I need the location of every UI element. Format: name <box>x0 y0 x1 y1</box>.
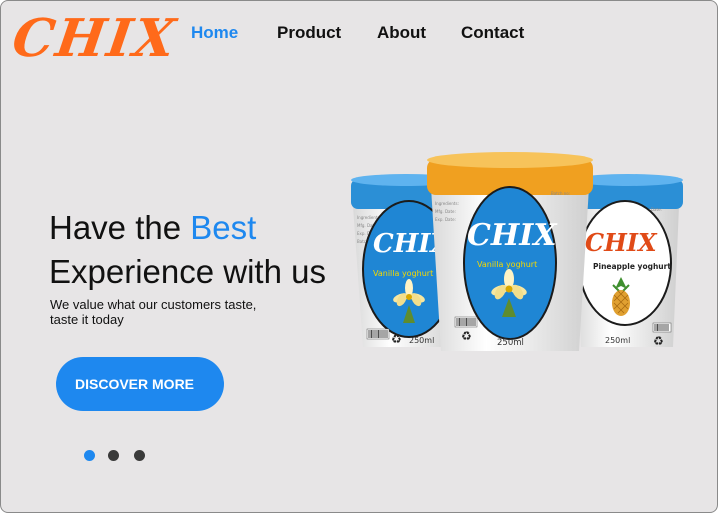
headline-line2: Experience with us <box>49 253 326 290</box>
svg-text:Exp. Date:: Exp. Date: <box>435 217 456 222</box>
headline-part1: Have the <box>49 209 182 246</box>
main-nav: Home Product About Contact <box>1 23 717 45</box>
cup-flavor-center: Vanilla yoghurt <box>477 260 537 269</box>
cup-volume-right: 250ml <box>605 336 630 345</box>
barcode-icon <box>652 322 672 333</box>
carousel-dot-1[interactable] <box>84 450 95 461</box>
cup-brand-center: CHIX <box>467 218 558 253</box>
carousel-dot-2[interactable] <box>108 450 119 461</box>
cup-flavor-left: Vanilla yoghurt <box>373 269 433 278</box>
recycle-icon: ♻ <box>461 329 472 343</box>
cup-flavor-right: Pineapple yoghurt <box>593 262 671 271</box>
hero-subtext: We value what our customers taste, taste… <box>50 297 257 327</box>
barcode-icon <box>454 316 478 328</box>
nav-item-home[interactable]: Home <box>191 23 238 43</box>
app-frame: CHIX Home Product About Contact Have the… <box>0 0 718 513</box>
svg-text:Mfg. Date:: Mfg. Date: <box>435 209 456 214</box>
svg-text:Batch no:: Batch no: <box>551 191 570 196</box>
discover-more-button[interactable]: DISCOVER MORE <box>56 357 224 411</box>
cup-volume-left: 250ml <box>409 336 434 345</box>
cup-volume-center: 250ml <box>497 338 524 348</box>
product-image-yoghurt-cups: Ingredients: Mfg. Date: Exp. Date:Batch: … <box>351 152 683 351</box>
hero-headline: Have the Best Experience with us <box>49 206 326 294</box>
recycle-icon: ♻ <box>653 334 664 348</box>
product-cup-right: Exp. Date:Batch: CHIX Pineapple yoghurt … <box>573 174 683 348</box>
cup-brand-right: CHIX <box>585 228 658 257</box>
headline-accent: Best <box>190 209 257 246</box>
carousel-dot-3[interactable] <box>134 450 145 461</box>
nav-item-contact[interactable]: Contact <box>461 23 524 43</box>
nav-item-product[interactable]: Product <box>277 23 341 43</box>
product-cup-center: Ingredients: Mfg. Date: Exp. Date: Batch n… <box>427 152 593 351</box>
nav-item-about[interactable]: About <box>377 23 426 43</box>
recycle-icon: ♻ <box>391 332 402 346</box>
barcode-icon <box>366 328 390 340</box>
svg-text:Ingredients:: Ingredients: <box>435 201 459 206</box>
